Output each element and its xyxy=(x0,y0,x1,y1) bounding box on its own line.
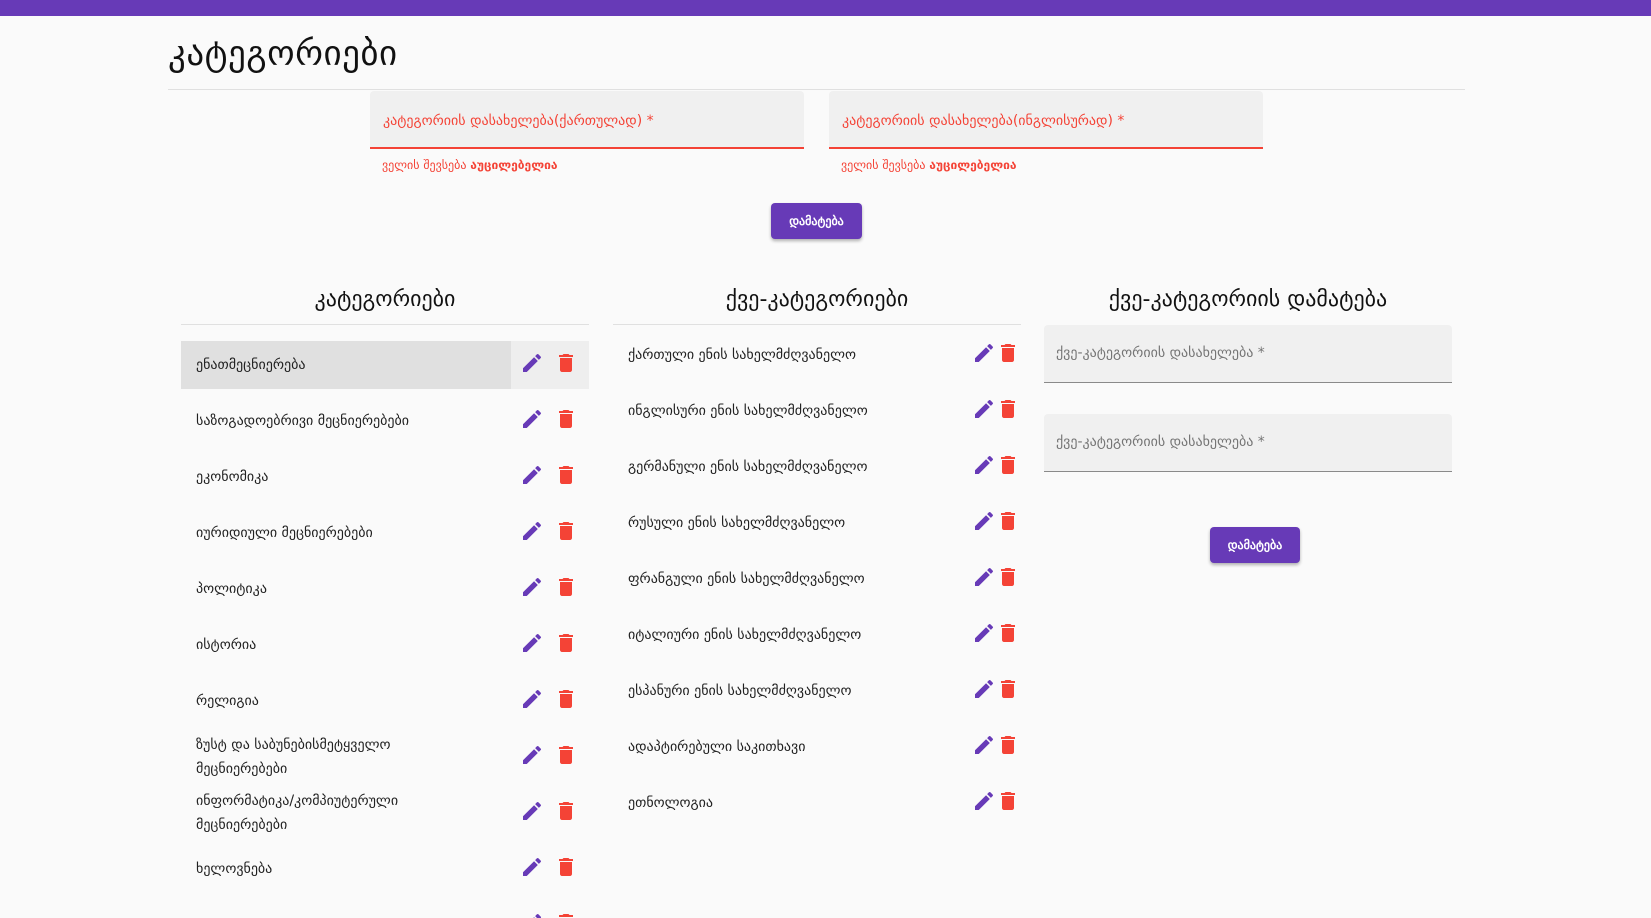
app-top-bar xyxy=(0,0,1651,16)
subcategory-label: ქართული ენის სახელმძღვანელო xyxy=(628,347,856,363)
delete-icon[interactable] xyxy=(554,407,578,431)
category-row[interactable]: პოლიტიკა xyxy=(181,565,589,613)
delete-icon[interactable] xyxy=(996,677,1020,701)
category-row[interactable]: ეკონომიკა xyxy=(181,453,589,501)
category-name-ka-field[interactable]: კატეგორიის დასახელება(ქართულად) * xyxy=(370,91,804,149)
add-category-button[interactable]: დამატება xyxy=(771,203,862,239)
delete-icon[interactable] xyxy=(554,351,578,375)
delete-icon[interactable] xyxy=(996,509,1020,533)
subcategory-label: ეთნოლოგია xyxy=(628,795,714,811)
subcategory-row[interactable]: რუსული ენის სახელმძღვანელო xyxy=(613,501,1015,549)
delete-icon[interactable] xyxy=(996,565,1020,589)
delete-icon[interactable] xyxy=(554,575,578,599)
category-label: საზოგადოებრივი მეცნიერებები xyxy=(196,413,409,429)
subcategory-row[interactable]: ადაპტირებული საკითხავი xyxy=(613,725,1015,773)
edit-icon[interactable] xyxy=(520,463,544,487)
category-label: ეკონომიკა xyxy=(196,469,269,485)
edit-icon[interactable] xyxy=(520,407,544,431)
category-row[interactable]: რელიგია xyxy=(181,677,589,725)
subcategory-label: ესპანური ენის სახელმძღვანელო xyxy=(628,683,852,699)
subcategory-label: ინგლისური ენის სახელმძღვანელო xyxy=(628,403,868,419)
category-label: პოლიტიკა xyxy=(196,581,267,597)
subcategory-label: ფრანგული ენის სახელმძღვანელო xyxy=(628,571,865,587)
edit-icon[interactable] xyxy=(520,743,544,767)
subcategories-divider xyxy=(613,324,1021,325)
subcategory-row[interactable]: იტალიური ენის სახელმძღვანელო xyxy=(613,613,1015,661)
category-name-en-error: ველის შევსება აუცილებელია xyxy=(841,158,1017,172)
page-title: კატეგორიები xyxy=(168,34,398,74)
delete-icon[interactable] xyxy=(554,911,578,918)
categories-divider xyxy=(181,324,589,325)
edit-icon[interactable] xyxy=(520,351,544,375)
category-label: ზუსტ და საბუნებისმეტყველო მეცნიერებები xyxy=(196,737,391,777)
delete-icon[interactable] xyxy=(554,743,578,767)
edit-icon[interactable] xyxy=(520,575,544,599)
category-row[interactable]: იურიდიული მეცნიერებები xyxy=(181,509,589,557)
edit-icon[interactable] xyxy=(972,565,996,589)
delete-icon[interactable] xyxy=(554,463,578,487)
subcategory-row[interactable]: ქართული ენის სახელმძღვანელო xyxy=(613,333,1015,381)
title-divider xyxy=(168,89,1465,90)
edit-icon[interactable] xyxy=(520,855,544,879)
edit-icon[interactable] xyxy=(972,789,996,813)
edit-icon[interactable] xyxy=(972,453,996,477)
category-row[interactable]: ხელოვნება xyxy=(181,845,589,893)
delete-icon[interactable] xyxy=(554,855,578,879)
subcategory-row[interactable]: გერმანული ენის სახელმძღვანელო xyxy=(613,445,1015,493)
category-label: ისტორია xyxy=(196,637,257,653)
edit-icon[interactable] xyxy=(972,341,996,365)
delete-icon[interactable] xyxy=(996,453,1020,477)
category-label: ენათმეცნიერება xyxy=(196,357,306,373)
subcategory-label: გერმანული ენის სახელმძღვანელო xyxy=(628,459,868,475)
subcategory-name-field-1[interactable]: ქვე-კატეგორიის დასახელება * xyxy=(1044,325,1452,383)
category-label: ხელოვნება xyxy=(196,861,273,877)
category-label: იურიდიული მეცნიერებები xyxy=(196,525,373,541)
category-name-en-field[interactable]: კატეგორიის დასახელება(ინგლისურად) * xyxy=(829,91,1263,149)
delete-icon[interactable] xyxy=(996,341,1020,365)
subcategory-row[interactable]: ფრანგული ენის სახელმძღვანელო xyxy=(613,557,1015,605)
category-label: ინფორმატიკა/კომპიუტერული მეცნიერებები xyxy=(196,793,399,833)
subcategory-row[interactable]: ესპანური ენის სახელმძღვანელო xyxy=(613,669,1015,717)
category-row[interactable]: საზოგადოებრივი მეცნიერებები xyxy=(181,397,589,445)
delete-icon[interactable] xyxy=(554,631,578,655)
subcategory-row[interactable]: ინგლისური ენის სახელმძღვანელო xyxy=(613,389,1015,437)
add-subcategory-heading: ქვე-კატეგორიის დამატება xyxy=(1108,287,1388,312)
edit-icon[interactable] xyxy=(520,911,544,918)
category-row[interactable]: ენათმეცნიერება xyxy=(181,341,589,389)
categories-heading: კატეგორიები xyxy=(314,287,456,312)
edit-icon[interactable] xyxy=(520,519,544,543)
subcategory-row[interactable]: ეთნოლოგია xyxy=(613,781,1015,829)
subcategory-label: იტალიური ენის სახელმძღვანელო xyxy=(628,627,862,643)
subcategory-name-label-1: ქვე-კატეგორიის დასახელება * xyxy=(1056,345,1265,361)
delete-icon[interactable] xyxy=(554,799,578,823)
subcategory-label: ადაპტირებული საკითხავი xyxy=(628,739,806,755)
category-row[interactable]: ზუსტ და საბუნებისმეტყველო მეცნიერებები xyxy=(181,733,589,781)
category-row[interactable]: ისტორია xyxy=(181,621,589,669)
category-name-ka-error: ველის შევსება აუცილებელია xyxy=(382,158,558,172)
delete-icon[interactable] xyxy=(996,621,1020,645)
add-subcategory-button[interactable]: დამატება xyxy=(1210,527,1300,563)
edit-icon[interactable] xyxy=(972,397,996,421)
edit-icon[interactable] xyxy=(520,631,544,655)
subcategory-label: რუსული ენის სახელმძღვანელო xyxy=(628,515,846,531)
edit-icon[interactable] xyxy=(972,677,996,701)
category-label: რელიგია xyxy=(196,693,259,709)
edit-icon[interactable] xyxy=(520,687,544,711)
category-row[interactable] xyxy=(181,901,589,918)
delete-icon[interactable] xyxy=(996,733,1020,757)
delete-icon[interactable] xyxy=(554,519,578,543)
category-row[interactable]: ინფორმატიკა/კომპიუტერული მეცნიერებები xyxy=(181,789,589,837)
delete-icon[interactable] xyxy=(996,789,1020,813)
delete-icon[interactable] xyxy=(554,687,578,711)
category-name-en-label: კატეგორიის დასახელება(ინგლისურად) * xyxy=(842,113,1125,129)
subcategory-name-field-2[interactable]: ქვე-კატეგორიის დასახელება * xyxy=(1044,414,1452,472)
subcategories-heading: ქვე-კატეგორიები xyxy=(725,287,909,312)
edit-icon[interactable] xyxy=(972,733,996,757)
edit-icon[interactable] xyxy=(520,799,544,823)
edit-icon[interactable] xyxy=(972,509,996,533)
subcategory-name-label-2: ქვე-კატეგორიის დასახელება * xyxy=(1056,434,1265,450)
delete-icon[interactable] xyxy=(996,397,1020,421)
category-name-ka-label: კატეგორიის დასახელება(ქართულად) * xyxy=(383,113,654,129)
edit-icon[interactable] xyxy=(972,621,996,645)
